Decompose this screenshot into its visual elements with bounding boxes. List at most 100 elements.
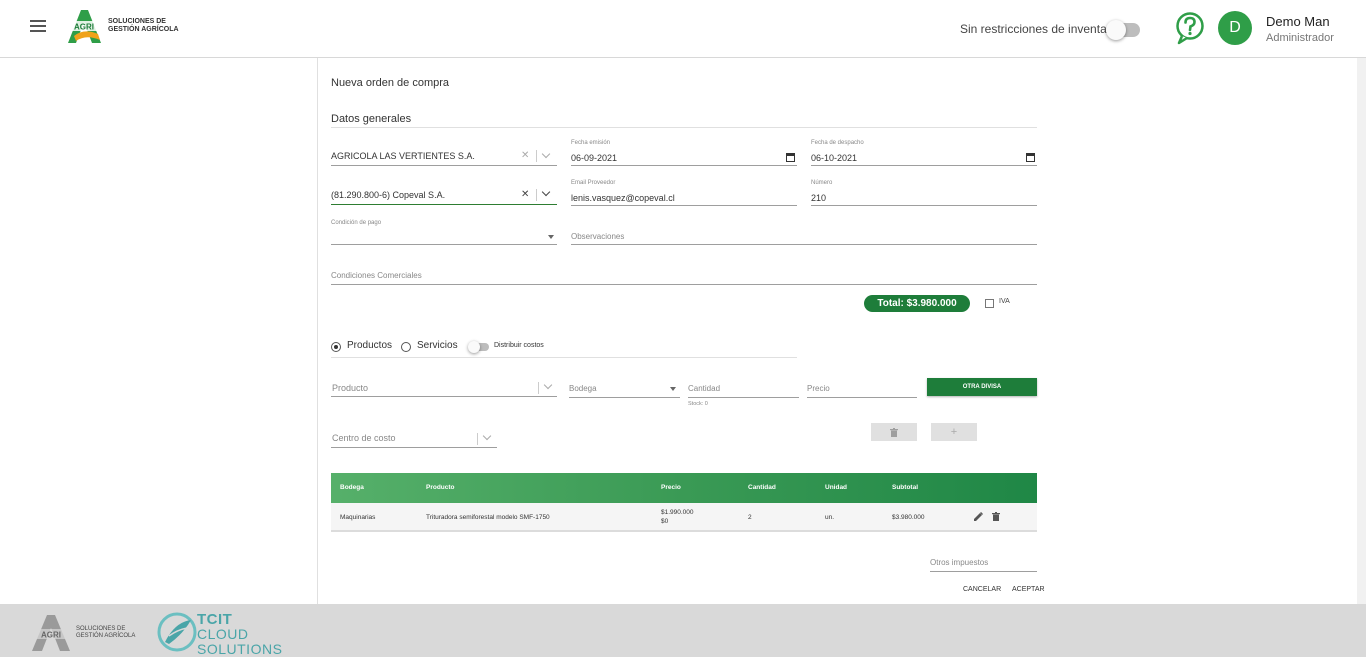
- tcit-logo-icon: [157, 612, 197, 652]
- hamburger-menu-icon[interactable]: [30, 20, 46, 34]
- svg-text:AGRI: AGRI: [41, 631, 61, 640]
- company-select-value: AGRICOLA LAS VERTIENTES S.A.: [331, 151, 475, 161]
- user-name: Demo Man: [1266, 14, 1330, 29]
- fecha-emision-field[interactable]: Fecha emisión 06-09-2021: [571, 140, 797, 166]
- chevron-down-icon[interactable]: [541, 187, 551, 197]
- condiciones-comerciales-input[interactable]: Condiciones Comerciales: [331, 269, 1037, 285]
- user-avatar[interactable]: D: [1218, 11, 1252, 45]
- selector-divider: [331, 357, 797, 358]
- cell-precio-line1: $1.990.000: [661, 509, 694, 516]
- cell-cantidad: 2: [748, 514, 752, 521]
- observaciones-placeholder: Observaciones: [571, 232, 625, 241]
- inventory-toggle-label: Sin restricciones de inventario: [960, 22, 1121, 36]
- items-table-header: Bodega Producto Precio Cantidad Unidad S…: [331, 473, 1037, 503]
- cell-precio-line2: $0: [661, 518, 669, 525]
- add-item-button[interactable]: +: [931, 423, 977, 441]
- calendar-icon[interactable]: [1026, 153, 1035, 162]
- cell-unidad: un.: [825, 514, 835, 521]
- proveedor-select-value: (81.290.800-6) Copeval S.A.: [331, 190, 446, 200]
- centro-costo-select[interactable]: Centro de costo: [331, 430, 497, 448]
- column-header-unidad: Unidad: [825, 484, 848, 491]
- condicion-pago-label: Condición de pago: [331, 220, 382, 226]
- producto-select[interactable]: Producto: [331, 379, 557, 397]
- trash-icon: [890, 428, 898, 437]
- agri-logo[interactable]: AGRI SOLUCIONES DE GESTIÓN AGRÍCOLA: [64, 6, 179, 46]
- page-title: Nueva orden de compra: [331, 77, 450, 89]
- logo-text: SOLUCIONES DE GESTIÓN AGRÍCOLA: [108, 18, 179, 34]
- stock-hint: Stock: 0: [688, 401, 708, 407]
- clear-icon[interactable]: ✕: [521, 150, 529, 161]
- email-proveedor-label: Email Proveedor: [571, 180, 616, 186]
- agri-footer-logo: AGRI: [31, 615, 71, 651]
- radio-servicios-label[interactable]: Servicios: [417, 340, 458, 351]
- user-role: Administrador: [1266, 32, 1334, 44]
- accept-button[interactable]: ACEPTAR: [1012, 586, 1045, 593]
- tcit-line1: TCIT: [197, 611, 233, 628]
- otros-impuestos-input[interactable]: Otros impuestos: [930, 556, 1037, 572]
- chevron-down-icon[interactable]: [541, 149, 551, 159]
- svg-text:AGRI: AGRI: [74, 23, 94, 32]
- dropdown-caret-icon[interactable]: [670, 387, 676, 391]
- total-badge: Total: $3.980.000: [864, 295, 970, 312]
- chevron-down-icon[interactable]: [482, 431, 492, 441]
- trash-icon[interactable]: [992, 512, 1000, 521]
- fecha-emision-value: 06-09-2021: [571, 153, 618, 163]
- delete-item-button[interactable]: [871, 423, 917, 441]
- logo-text-line2: GESTIÓN AGRÍCOLA: [108, 26, 179, 33]
- section-title-general: Datos generales: [331, 113, 412, 125]
- column-header-bodega: Bodega: [340, 484, 364, 491]
- radio-servicios[interactable]: [401, 342, 411, 352]
- fecha-despacho-value: 06-10-2021: [811, 153, 858, 163]
- clear-icon[interactable]: ✕: [521, 189, 529, 200]
- company-select[interactable]: AGRICOLA LAS VERTIENTES S.A. ✕: [331, 146, 557, 166]
- inventory-toggle[interactable]: [1106, 20, 1140, 40]
- column-header-producto: Producto: [426, 484, 455, 491]
- precio-placeholder: Precio: [807, 384, 830, 393]
- radio-productos-label[interactable]: Productos: [347, 340, 392, 351]
- distribuir-costos-toggle[interactable]: [468, 341, 489, 353]
- iva-label: IVA: [999, 298, 1010, 305]
- radio-productos[interactable]: [331, 342, 341, 352]
- otros-impuestos-placeholder: Otros impuestos: [930, 558, 989, 567]
- email-proveedor-value: lenis.vasquez@copeval.cl: [571, 193, 675, 203]
- tcit-logo-text: TCIT CLOUD SOLUTIONS: [197, 612, 282, 657]
- fecha-despacho-label: Fecha de despacho: [811, 140, 864, 146]
- otra-divisa-button[interactable]: OTRA DIVISA: [927, 378, 1037, 396]
- cantidad-input[interactable]: Cantidad: [688, 380, 799, 398]
- dropdown-caret-icon[interactable]: [548, 235, 554, 239]
- calendar-icon[interactable]: [786, 153, 795, 162]
- fecha-despacho-field[interactable]: Fecha de despacho 06-10-2021: [811, 140, 1037, 166]
- condicion-pago-select[interactable]: Condición de pago: [331, 220, 557, 245]
- chevron-down-icon[interactable]: [543, 380, 553, 390]
- email-proveedor-field[interactable]: Email Proveedor lenis.vasquez@copeval.cl: [571, 180, 797, 206]
- footer-logo-text-line2: GESTIÓN AGRÍCOLA: [76, 633, 136, 639]
- proveedor-select[interactable]: (81.290.800-6) Copeval S.A. ✕: [331, 185, 557, 205]
- footer-logo-text-line1: SOLUCIONES DE: [76, 626, 126, 632]
- section-divider: [331, 127, 1037, 128]
- footer-logo-text: SOLUCIONES DE GESTIÓN AGRÍCOLA: [76, 626, 135, 640]
- fecha-emision-label: Fecha emisión: [571, 140, 611, 146]
- cell-bodega: Maquinarias: [340, 514, 376, 521]
- precio-input[interactable]: Precio: [807, 380, 917, 398]
- cantidad-placeholder: Cantidad: [688, 384, 721, 393]
- numero-label: Número: [811, 180, 833, 186]
- column-header-subtotal: Subtotal: [892, 484, 918, 491]
- observaciones-input[interactable]: Observaciones: [571, 229, 1037, 245]
- help-icon[interactable]: [1174, 11, 1206, 45]
- numero-value: 210: [811, 193, 827, 203]
- top-app-bar: AGRI SOLUCIONES DE GESTIÓN AGRÍCOLA Sin …: [0, 0, 1366, 58]
- centro-costo-placeholder: Centro de costo: [332, 433, 396, 443]
- edit-icon[interactable]: [974, 512, 983, 521]
- condiciones-comerciales-placeholder: Condiciones Comerciales: [331, 271, 422, 280]
- sidebar-divider: [317, 58, 318, 604]
- iva-checkbox[interactable]: [985, 299, 994, 308]
- table-row: Maquinarias Trituradora semiforestal mod…: [331, 503, 1037, 532]
- distribuir-costos-label: Distribuir costos: [494, 342, 544, 349]
- tcit-line3: SOLUTIONS: [197, 641, 283, 657]
- scrollbar[interactable]: [1357, 58, 1366, 604]
- cancel-button[interactable]: CANCELAR: [963, 586, 1001, 593]
- bodega-select[interactable]: Bodega: [569, 380, 680, 398]
- numero-field[interactable]: Número 210: [811, 180, 1037, 206]
- tcit-line2: CLOUD: [197, 626, 249, 642]
- cell-subtotal: $3.980.000: [892, 514, 925, 521]
